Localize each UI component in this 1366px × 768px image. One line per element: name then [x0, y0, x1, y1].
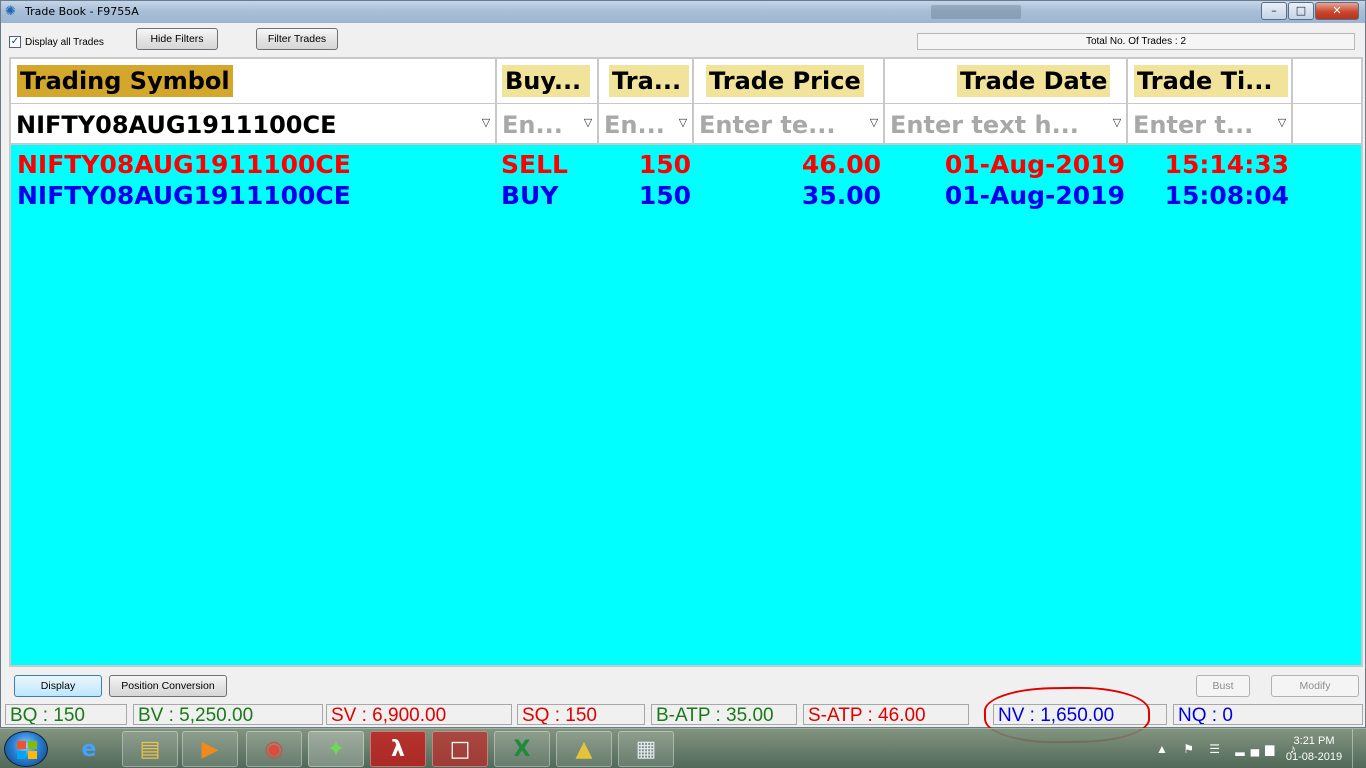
- column-header-trade-date[interactable]: Trade Date: [885, 59, 1128, 103]
- acrobat-icon[interactable]: λ: [370, 731, 426, 767]
- table-row[interactable]: NIFTY08AUG1911100CE BUY 150 35.00 01-Aug…: [11, 180, 1361, 212]
- title-bar[interactable]: ✺ Trade Book - F9755A – □ ✕: [1, 1, 1365, 23]
- cell-trade-date: 01-Aug-2019: [944, 150, 1125, 179]
- cell-trade-time: 15:14:33: [1164, 150, 1289, 179]
- cell-trade-time: 15:08:04: [1164, 181, 1289, 210]
- presentation-icon[interactable]: □: [432, 731, 488, 767]
- status-buy-value: BV : 5,250.00: [133, 704, 323, 725]
- cell-trade-price: 35.00: [801, 181, 881, 210]
- display-all-trades-checkbox[interactable]: ✓ Display all Trades: [9, 36, 104, 48]
- ie-icon[interactable]: e: [62, 731, 116, 767]
- status-buy-qty: BQ : 150: [5, 704, 127, 725]
- header-label: Trade Date: [957, 65, 1111, 97]
- header-label: Trade Price: [706, 65, 864, 97]
- filter-cell-trading-symbol[interactable]: NIFTY08AUG1911100CE ▽: [11, 104, 497, 144]
- clock-date[interactable]: 01-08-2019: [1280, 751, 1348, 763]
- table-row[interactable]: NIFTY08AUG1911100CE SELL 150 46.00 01-Au…: [11, 149, 1361, 181]
- cell-trading-symbol: NIFTY08AUG1911100CE: [17, 181, 351, 210]
- filter-cell-trade-price[interactable]: Enter te... ▽: [694, 104, 885, 144]
- cell-trade-qty: 150: [638, 181, 691, 210]
- header-label: Buy...: [502, 65, 590, 97]
- system-tray: ▲ ⚑ ☰ ▂▄▆ ♪ 3:21 PM 01-08-2019: [1150, 729, 1366, 768]
- trade-book-window: ✺ Trade Book - F9755A – □ ✕ ✓ Display al…: [0, 0, 1366, 745]
- cell-buy-sell: SELL: [501, 150, 568, 179]
- taskbar: e ▤ ▶ ◉ ✦ λ □ X ▲ ▦ ▲ ⚑ ☰ ▂▄▆ ♪ 3:21 PM …: [0, 728, 1366, 768]
- filter-input-trade-price[interactable]: Enter te...: [699, 107, 836, 143]
- bust-button[interactable]: Bust: [1196, 675, 1250, 697]
- funnel-icon[interactable]: ▽: [1111, 116, 1123, 130]
- filter-row: NIFTY08AUG1911100CE ▽ En... ▽ En... ▽ En…: [11, 103, 1361, 145]
- filter-cell-trade-time[interactable]: Enter t... ▽: [1128, 104, 1293, 144]
- cell-trade-date: 01-Aug-2019: [944, 181, 1125, 210]
- filter-input-buy-sell[interactable]: En...: [502, 107, 563, 143]
- cell-trade-qty: 150: [638, 150, 691, 179]
- filter-input-trading-symbol[interactable]: NIFTY08AUG1911100CE: [16, 107, 337, 143]
- start-button[interactable]: [4, 731, 48, 767]
- hide-filters-button[interactable]: Hide Filters: [136, 28, 218, 50]
- trades-grid[interactable]: Trading Symbol Buy... Tra... Trade Price…: [9, 57, 1363, 667]
- clock-time[interactable]: 3:21 PM: [1284, 735, 1344, 747]
- column-header-row: Trading Symbol Buy... Tra... Trade Price…: [11, 59, 1361, 103]
- trading-app-icon[interactable]: ✦: [308, 731, 364, 767]
- position-conversion-button[interactable]: Position Conversion: [109, 675, 227, 697]
- column-header-trade-time[interactable]: Trade Ti...: [1128, 59, 1293, 103]
- calculator-icon[interactable]: ▦: [618, 731, 674, 767]
- minimize-button[interactable]: –: [1261, 2, 1287, 20]
- filter-input-trade-qty[interactable]: En...: [604, 107, 665, 143]
- display-all-trades-label: Display all Trades: [25, 36, 104, 48]
- triangle-app-icon[interactable]: ▲: [556, 731, 612, 767]
- close-button[interactable]: ✕: [1315, 2, 1359, 20]
- show-desktop-button[interactable]: [1352, 729, 1366, 768]
- filter-cell-trade-date[interactable]: Enter text h... ▽: [885, 104, 1128, 144]
- display-button[interactable]: Display: [14, 675, 102, 697]
- filter-trades-button[interactable]: Filter Trades: [256, 28, 338, 50]
- filter-input-trade-date[interactable]: Enter text h...: [890, 107, 1079, 143]
- header-label: Trade Ti...: [1134, 65, 1288, 97]
- status-sell-atp: S-ATP : 46.00: [803, 704, 969, 725]
- funnel-icon[interactable]: ▽: [868, 116, 880, 130]
- windows-logo-icon: [17, 741, 37, 759]
- column-header-buy-sell[interactable]: Buy...: [497, 59, 599, 103]
- cell-buy-sell: BUY: [501, 181, 559, 210]
- filter-cell-trade-qty[interactable]: En... ▽: [599, 104, 694, 144]
- maximize-button[interactable]: □: [1288, 2, 1314, 20]
- status-sell-value: SV : 6,900.00: [326, 704, 512, 725]
- file-explorer-icon[interactable]: ▤: [122, 731, 178, 767]
- filter-cell-buy-sell[interactable]: En... ▽: [497, 104, 599, 144]
- funnel-icon[interactable]: ▽: [582, 116, 594, 130]
- cell-trading-symbol: NIFTY08AUG1911100CE: [17, 150, 351, 179]
- column-header-trade-price[interactable]: Trade Price: [694, 59, 885, 103]
- funnel-icon[interactable]: ▽: [677, 116, 689, 130]
- header-label: Tra...: [609, 65, 689, 97]
- media-player-icon[interactable]: ▶: [182, 731, 238, 767]
- column-header-trade-qty[interactable]: Tra...: [599, 59, 694, 103]
- window-title: Trade Book - F9755A: [25, 5, 139, 18]
- header-label: Trading Symbol: [17, 65, 233, 97]
- column-header-trading-symbol[interactable]: Trading Symbol: [11, 59, 497, 103]
- toolbar: ✓ Display all Trades Hide Filters Filter…: [1, 23, 1365, 55]
- background-window-ghost: [931, 5, 1021, 19]
- status-sell-qty: SQ : 150: [517, 704, 645, 725]
- status-buy-atp: B-ATP : 35.00: [651, 704, 797, 725]
- cell-trade-price: 46.00: [801, 150, 881, 179]
- app-icon: ✺: [5, 4, 16, 19]
- status-net-qty: NQ : 0: [1173, 704, 1363, 725]
- funnel-icon[interactable]: ▽: [480, 116, 492, 130]
- funnel-icon[interactable]: ▽: [1276, 116, 1288, 130]
- filter-input-trade-time[interactable]: Enter t...: [1133, 107, 1253, 143]
- chrome-icon[interactable]: ◉: [246, 731, 302, 767]
- total-trades-count: Total No. Of Trades : 2: [917, 33, 1355, 50]
- excel-icon[interactable]: X: [494, 731, 550, 767]
- modify-button[interactable]: Modify: [1271, 675, 1359, 697]
- checkbox-check-icon[interactable]: ✓: [9, 36, 21, 48]
